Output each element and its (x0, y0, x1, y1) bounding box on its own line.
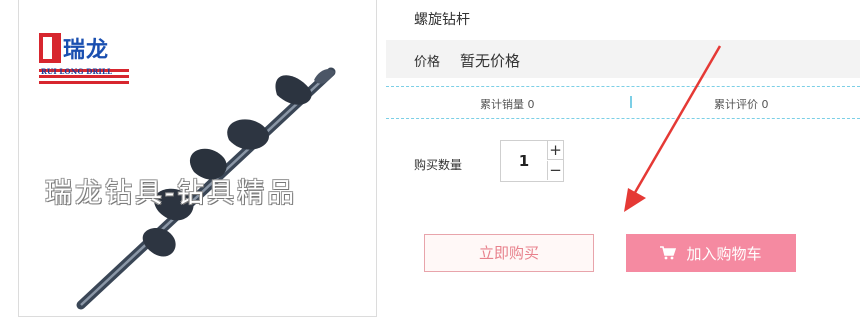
quantity-label: 购买数量 (414, 158, 463, 172)
logo-chinese-text: 瑞龙 (63, 38, 110, 63)
buy-now-button[interactable]: 立即购买 (424, 234, 594, 272)
cart-icon (660, 246, 677, 260)
logo-english-text: RUI LONG DRILL (41, 67, 113, 76)
quantity-decrease-button[interactable]: − (547, 161, 563, 180)
stats-divider-top (386, 86, 860, 87)
add-to-cart-label: 加入购物车 (686, 244, 762, 263)
review-count: 累计评价 0 (714, 98, 769, 111)
quantity-increase-button[interactable]: + (547, 141, 563, 160)
quantity-input[interactable]: 1 (501, 141, 547, 181)
price-value: 暂无价格 (460, 52, 521, 70)
quantity-stepper: 1 + − (500, 140, 564, 182)
stats-divider-bottom (386, 118, 860, 119)
price-label: 价格 (414, 55, 441, 70)
product-image[interactable]: 瑞龙 RUI LONG DRILL 瑞龙钻具-钻具精品 (18, 0, 377, 317)
product-title: 螺旋钻杆 (414, 12, 470, 28)
add-to-cart-button[interactable]: 加入购物车 (626, 234, 796, 272)
image-watermark: 瑞龙钻具-钻具精品 (45, 178, 298, 209)
stats-separator (630, 96, 632, 108)
price-row: 价格 暂无价格 (386, 40, 860, 78)
sales-count: 累计销量 0 (480, 98, 535, 111)
